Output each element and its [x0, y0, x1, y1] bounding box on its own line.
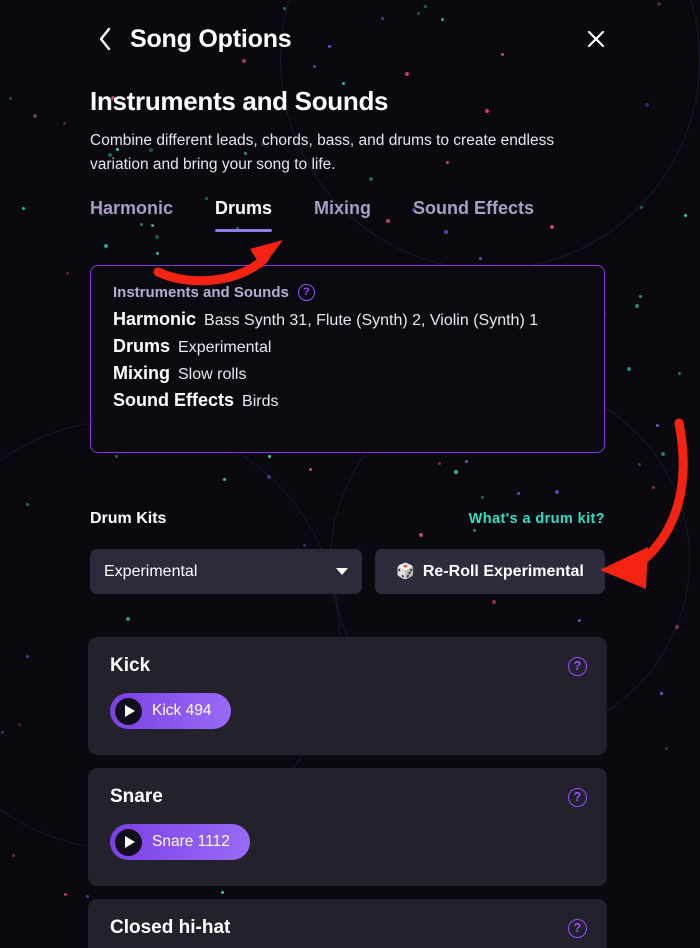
play-icon: [115, 697, 142, 725]
instrument-name: Snare: [110, 786, 163, 807]
summary-row-value: Birds: [242, 393, 279, 410]
section-description: Combine different leads, chords, bass, a…: [90, 132, 555, 173]
summary-row-value: Slow rolls: [178, 366, 247, 383]
summary-row-value: Experimental: [178, 339, 272, 356]
summary-row-drums: Drums Experimental: [113, 336, 582, 357]
tab-drums[interactable]: Drums: [215, 198, 273, 232]
summary-row-key: Harmonic: [113, 309, 197, 329]
summary-row-key: Mixing: [113, 363, 170, 383]
instrument-name: Kick: [110, 655, 151, 676]
close-button[interactable]: [582, 25, 610, 53]
reroll-button-label: Re-Roll Experimental: [422, 562, 584, 580]
section-title: Instruments and Sounds: [90, 86, 389, 116]
tab-mixing[interactable]: Mixing: [314, 198, 371, 232]
summary-row-value: Bass Synth 31, Flute (Synth) 2, Violin (…: [204, 312, 539, 329]
reroll-button[interactable]: 🎲 Re-Roll Experimental: [375, 549, 605, 594]
sample-play-pill[interactable]: Snare 1112: [110, 824, 250, 860]
tab-harmonic[interactable]: Harmonic: [90, 198, 173, 232]
play-icon: [115, 828, 142, 856]
instrument-card-kick: Kick ? Kick 494: [88, 637, 607, 755]
page-title: Song Options: [130, 25, 292, 53]
drum-kits-label: Drum Kits: [90, 510, 167, 527]
summary-row-key: Drums: [113, 336, 171, 356]
tab-sound-effects[interactable]: Sound Effects: [413, 198, 534, 232]
summary-header: Instruments and Sounds ?: [113, 284, 582, 301]
back-button[interactable]: [92, 24, 118, 54]
instrument-card-snare: Snare ? Snare 1112: [88, 768, 607, 886]
drum-kit-select[interactable]: Experimental: [90, 549, 362, 594]
summary-row-sound-effects: Sound Effects Birds: [113, 390, 582, 411]
help-circle-icon[interactable]: ?: [297, 284, 315, 301]
instruments-summary-card: Instruments and Sounds ? Harmonic Bass S…: [90, 265, 605, 453]
help-circle-icon[interactable]: ?: [568, 788, 587, 807]
whats-a-drum-kit-link[interactable]: What's a drum kit?: [469, 511, 605, 527]
summary-row-mixing: Mixing Slow rolls: [113, 363, 582, 384]
sample-name: Kick 494: [152, 702, 212, 719]
help-circle-icon[interactable]: ?: [568, 919, 587, 938]
sample-name: Snare 1112: [152, 833, 230, 850]
summary-label: Instruments and Sounds: [113, 284, 289, 301]
instrument-card-closed-hi-hat: Closed hi-hat ?: [88, 899, 607, 948]
tab-bar: Harmonic Drums Mixing Sound Effects: [90, 198, 534, 232]
drum-kit-select-value: Experimental: [104, 562, 198, 580]
song-options-panel: Song Options Instruments and Sounds Comb…: [0, 0, 700, 948]
dice-icon: 🎲: [396, 563, 415, 580]
summary-row-harmonic: Harmonic Bass Synth 31, Flute (Synth) 2,…: [113, 309, 582, 330]
help-circle-icon[interactable]: ?: [568, 657, 587, 676]
summary-row-key: Sound Effects: [113, 390, 235, 410]
instrument-name: Closed hi-hat: [110, 917, 231, 938]
sample-play-pill[interactable]: Kick 494: [110, 693, 232, 729]
chevron-down-icon: [336, 568, 348, 575]
